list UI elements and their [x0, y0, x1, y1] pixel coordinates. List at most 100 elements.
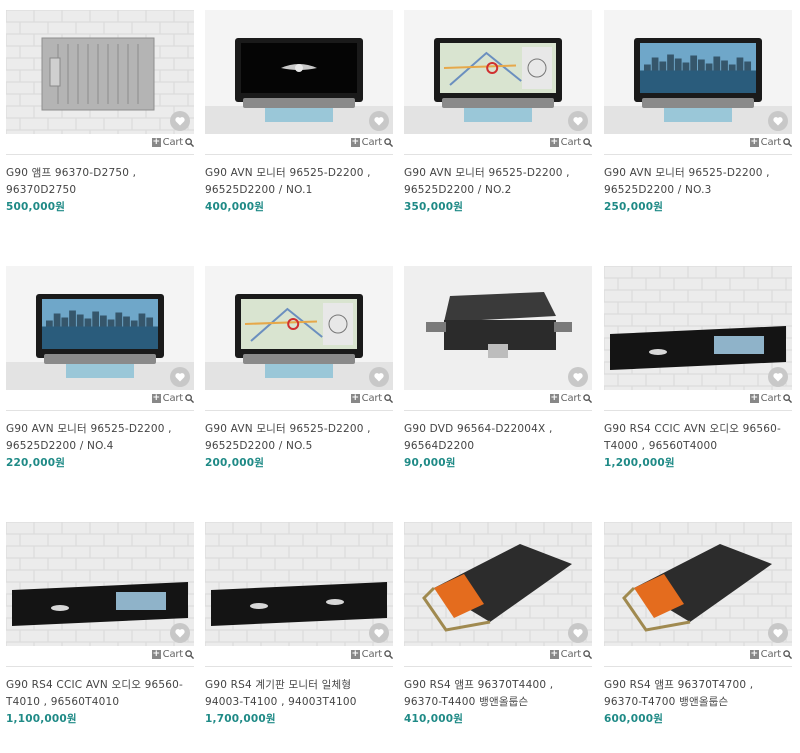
product-image[interactable] — [404, 266, 592, 390]
product-price: 250,000원 — [604, 201, 664, 213]
plus-icon: + — [549, 649, 559, 659]
product-title[interactable]: G90 DVD 96564-D22004X , 96564D2200 — [404, 421, 592, 455]
cart-label: Cart — [162, 649, 184, 660]
cart-row: + Cart — [205, 134, 393, 155]
product-price: 400,000원 — [205, 201, 265, 213]
product-card[interactable]: + Cart G90 앰프 96370-D2750 , 96370D2750 5… — [6, 10, 194, 215]
cart-button[interactable]: + Cart — [350, 137, 393, 148]
cart-label: Cart — [760, 649, 782, 660]
magnifier-icon — [783, 394, 792, 403]
product-grid: + Cart G90 앰프 96370-D2750 , 96370D2750 5… — [0, 0, 800, 753]
product-image[interactable] — [205, 266, 393, 390]
heart-icon[interactable] — [768, 367, 788, 387]
product-image[interactable] — [404, 522, 592, 646]
product-price: 500,000원 — [6, 201, 66, 213]
plus-icon: + — [350, 649, 360, 659]
cart-button[interactable]: + Cart — [151, 393, 194, 404]
product-title[interactable]: G90 RS4 앰프 96370T4700 , 96370-T4700 뱅앤올룹… — [604, 677, 792, 711]
cart-button[interactable]: + Cart — [749, 649, 792, 660]
product-image[interactable] — [205, 522, 393, 646]
heart-icon[interactable] — [369, 367, 389, 387]
product-card[interactable]: + Cart G90 AVN 모니터 96525-D2200 , 96525D2… — [604, 10, 792, 215]
cart-button[interactable]: + Cart — [151, 137, 194, 148]
heart-icon[interactable] — [768, 111, 788, 131]
cart-button[interactable]: + Cart — [549, 137, 592, 148]
product-title[interactable]: G90 AVN 모니터 96525-D2200 , 96525D2200 / N… — [205, 165, 393, 199]
magnifier-icon — [384, 394, 393, 403]
product-title[interactable]: G90 RS4 계기판 모니터 일체형 94003-T4100 , 94003T… — [205, 677, 393, 711]
product-title[interactable]: G90 앰프 96370-D2750 , 96370D2750 — [6, 165, 194, 199]
heart-icon[interactable] — [369, 111, 389, 131]
product-title[interactable]: G90 RS4 앰프 96370T4400 , 96370-T4400 뱅앤올룹… — [404, 677, 592, 711]
plus-icon: + — [749, 393, 759, 403]
product-image[interactable] — [6, 10, 194, 134]
product-title[interactable]: G90 AVN 모니터 96525-D2200 , 96525D2200 / N… — [6, 421, 194, 455]
cart-row: + Cart — [604, 134, 792, 155]
plus-icon: + — [151, 649, 161, 659]
plus-icon: + — [350, 137, 360, 147]
cart-button[interactable]: + Cart — [749, 137, 792, 148]
product-title[interactable]: G90 AVN 모니터 96525-D2200 , 96525D2200 / N… — [604, 165, 792, 199]
cart-button[interactable]: + Cart — [549, 649, 592, 660]
product-card[interactable]: + Cart G90 RS4 CCIC AVN 오디오 96560-T4000 … — [604, 266, 792, 471]
heart-icon[interactable] — [568, 111, 588, 131]
heart-icon[interactable] — [568, 623, 588, 643]
heart-icon[interactable] — [170, 111, 190, 131]
cart-label: Cart — [760, 137, 782, 148]
product-image[interactable] — [604, 10, 792, 134]
product-image[interactable] — [604, 266, 792, 390]
cart-label: Cart — [361, 393, 383, 404]
cart-button[interactable]: + Cart — [350, 393, 393, 404]
cart-button[interactable]: + Cart — [350, 649, 393, 660]
cart-label: Cart — [361, 649, 383, 660]
product-card[interactable]: + Cart G90 RS4 앰프 96370T4700 , 96370-T47… — [604, 522, 792, 727]
product-image[interactable] — [404, 10, 592, 134]
heart-icon[interactable] — [170, 623, 190, 643]
magnifier-icon — [185, 650, 194, 659]
magnifier-icon — [783, 138, 792, 147]
magnifier-icon — [783, 650, 792, 659]
product-price: 1,200,000원 — [604, 457, 675, 469]
product-card[interactable]: + Cart G90 AVN 모니터 96525-D2200 , 96525D2… — [6, 266, 194, 471]
product-price: 90,000원 — [404, 457, 456, 469]
product-card[interactable]: + Cart G90 RS4 계기판 모니터 일체형 94003-T4100 ,… — [205, 522, 393, 727]
product-image[interactable] — [6, 522, 194, 646]
cart-button[interactable]: + Cart — [151, 649, 194, 660]
cart-button[interactable]: + Cart — [549, 393, 592, 404]
product-title[interactable]: G90 AVN 모니터 96525-D2200 , 96525D2200 / N… — [404, 165, 592, 199]
cart-row: + Cart — [604, 390, 792, 411]
cart-label: Cart — [361, 137, 383, 148]
cart-row: + Cart — [6, 134, 194, 155]
heart-icon[interactable] — [768, 623, 788, 643]
cart-label: Cart — [760, 393, 782, 404]
product-image[interactable] — [6, 266, 194, 390]
product-title[interactable]: G90 RS4 CCIC AVN 오디오 96560-T4000 , 96560… — [604, 421, 792, 455]
cart-row: + Cart — [205, 390, 393, 411]
product-price: 1,700,000원 — [205, 713, 276, 725]
product-price: 200,000원 — [205, 457, 265, 469]
product-card[interactable]: + Cart G90 AVN 모니터 96525-D2200 , 96525D2… — [404, 10, 592, 215]
product-card[interactable]: + Cart G90 AVN 모니터 96525-D2200 , 96525D2… — [205, 266, 393, 471]
product-card[interactable]: + Cart G90 RS4 CCIC AVN 오디오 96560-T4010 … — [6, 522, 194, 727]
magnifier-icon — [185, 394, 194, 403]
heart-icon[interactable] — [568, 367, 588, 387]
cart-label: Cart — [162, 137, 184, 148]
product-card[interactable]: + Cart G90 DVD 96564-D22004X , 96564D220… — [404, 266, 592, 471]
heart-icon[interactable] — [369, 623, 389, 643]
product-title[interactable]: G90 RS4 CCIC AVN 오디오 96560-T4010 , 96560… — [6, 677, 194, 711]
plus-icon: + — [549, 393, 559, 403]
product-price: 1,100,000원 — [6, 713, 77, 725]
magnifier-icon — [384, 650, 393, 659]
product-image[interactable] — [205, 10, 393, 134]
cart-label: Cart — [560, 393, 582, 404]
product-image[interactable] — [604, 522, 792, 646]
product-card[interactable]: + Cart G90 AVN 모니터 96525-D2200 , 96525D2… — [205, 10, 393, 215]
cart-row: + Cart — [6, 390, 194, 411]
product-title[interactable]: G90 AVN 모니터 96525-D2200 , 96525D2200 / N… — [205, 421, 393, 455]
magnifier-icon — [583, 394, 592, 403]
cart-label: Cart — [560, 137, 582, 148]
cart-row: + Cart — [205, 646, 393, 667]
cart-button[interactable]: + Cart — [749, 393, 792, 404]
heart-icon[interactable] — [170, 367, 190, 387]
product-card[interactable]: + Cart G90 RS4 앰프 96370T4400 , 96370-T44… — [404, 522, 592, 727]
